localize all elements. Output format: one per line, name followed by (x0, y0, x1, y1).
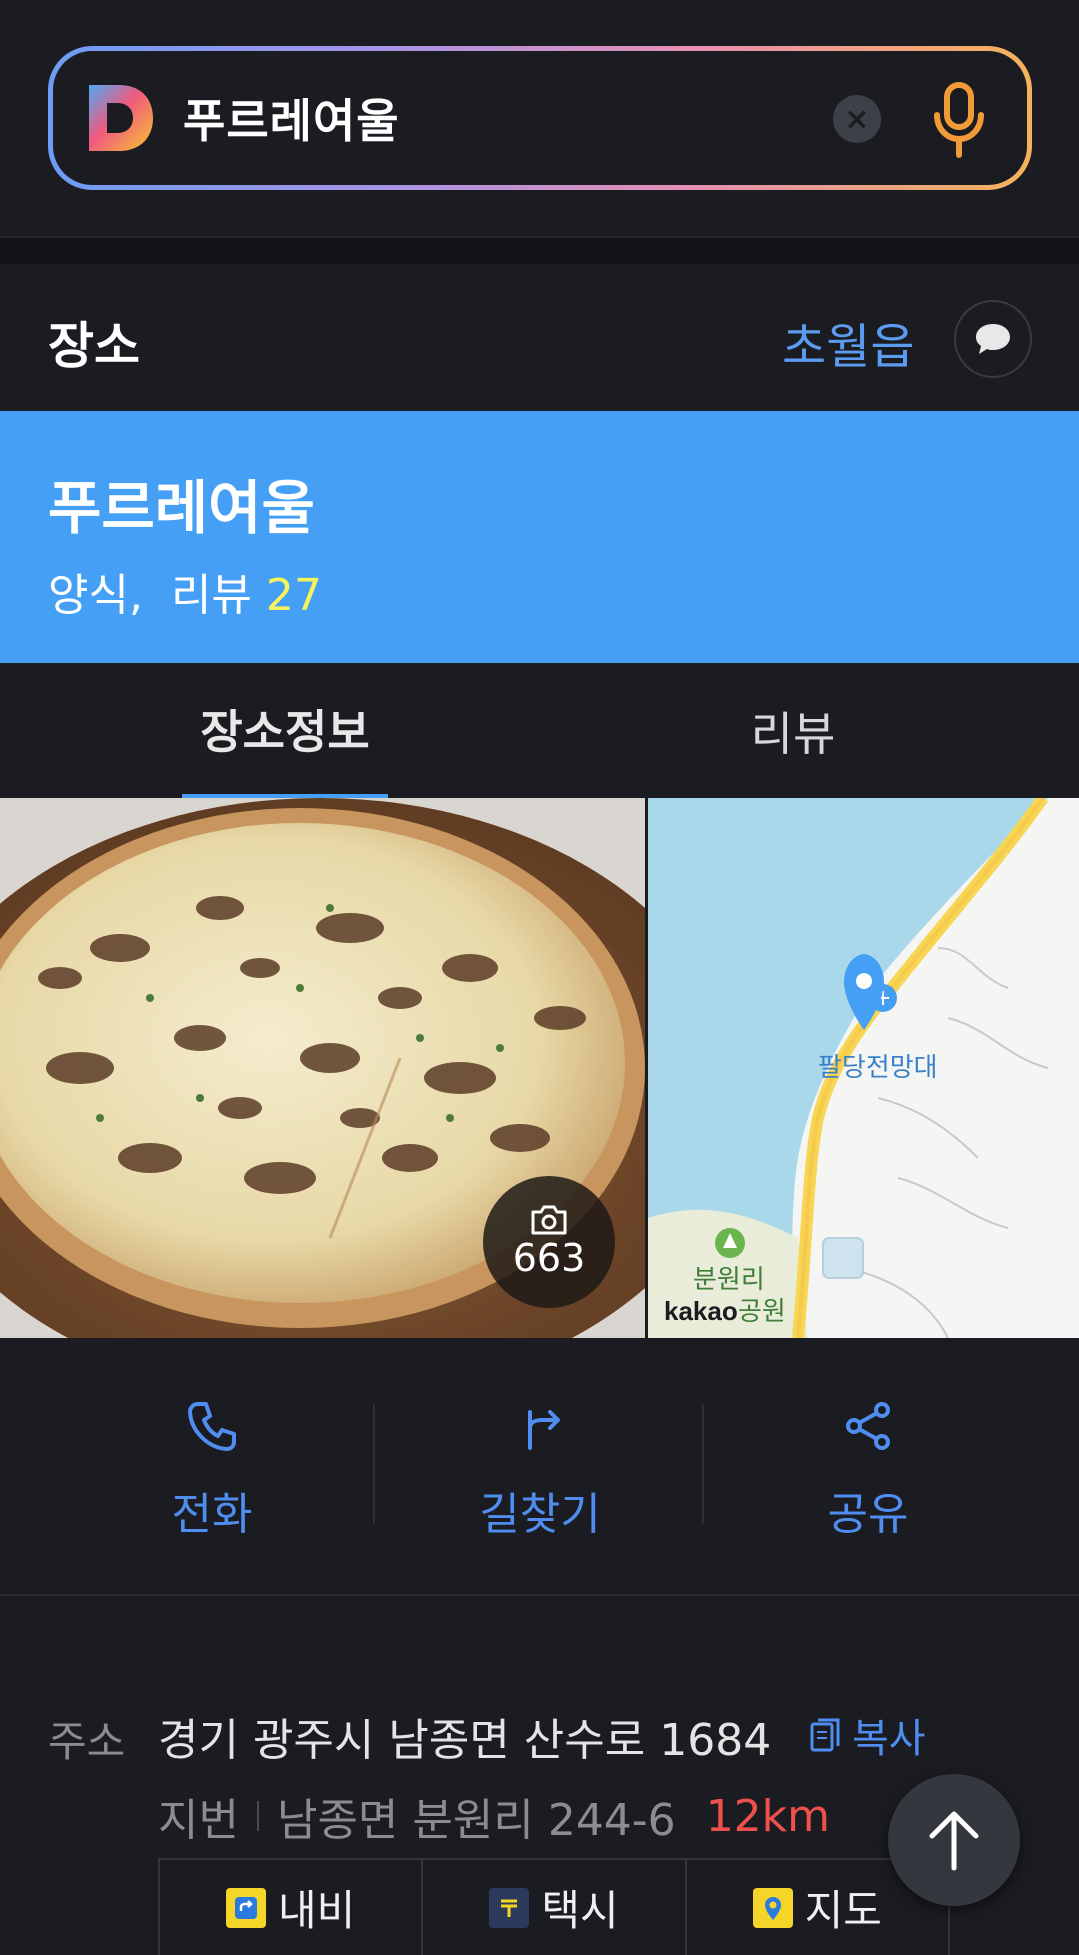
kakao-watermark: kakao (664, 1296, 738, 1326)
navi-icon (226, 1887, 267, 1928)
tab-reviews[interactable]: 리뷰 (690, 663, 896, 798)
map-pin-icon (752, 1887, 793, 1928)
call-label: 전화 (171, 1489, 253, 1540)
region-link[interactable]: 초월읍 (782, 307, 914, 377)
call-button[interactable]: 전화 (102, 1398, 322, 1542)
navi-label: 내비 (278, 1886, 356, 1935)
section-divider (0, 236, 1079, 264)
jibun-address: 지번 남종면 분원리 244-6 12km (158, 1784, 830, 1848)
review-label: 리뷰 (170, 570, 252, 621)
road-address: 경기 광주시 남종면 산수로 1684 (158, 1715, 772, 1766)
photo-count: 663 (512, 1236, 586, 1280)
clear-search-button[interactable]: × (833, 95, 881, 143)
action-divider (373, 1404, 375, 1524)
chat-button[interactable] (954, 300, 1032, 378)
copy-label: 복사 (852, 1716, 926, 1762)
place-meta: 양식, 리뷰 27 (48, 559, 322, 623)
speech-bubble-icon (976, 324, 1010, 354)
copy-address-button[interactable]: 복사 (808, 1706, 926, 1764)
directions-label: 길찾기 (479, 1489, 601, 1540)
map-park-label-2: 공원 (738, 1296, 786, 1326)
share-button[interactable]: 공유 (758, 1398, 978, 1542)
map-landmark-label: 팔당전망대 (818, 1052, 938, 1082)
map-label: 지도 (804, 1886, 882, 1935)
action-bar: 전화 길찾기 공유 (0, 1338, 1079, 1596)
search-input[interactable]: 푸르레여울 (183, 85, 400, 151)
jibun-separator (256, 1801, 259, 1831)
place-photo[interactable]: 663 (0, 798, 645, 1338)
distance-value: 12km (705, 1790, 831, 1842)
directions-button[interactable]: 길찾기 (430, 1398, 650, 1542)
share-label: 공유 (827, 1489, 909, 1540)
daum-logo-icon (89, 85, 153, 151)
copy-icon (810, 1718, 840, 1752)
map-graphic: 팔당전망대 분원리 공원 kakao (648, 798, 1079, 1338)
phone-icon (188, 1402, 236, 1451)
place-name: 푸르레여울 (48, 474, 315, 542)
tab-place-info[interactable]: 장소정보 (182, 663, 388, 798)
microphone-icon[interactable] (931, 81, 987, 159)
directions-icon (528, 1410, 560, 1450)
map-park-label: 분원리 (693, 1264, 765, 1294)
jibun-value: 남종면 분원리 244-6 (276, 1795, 676, 1846)
place-banner: 푸르레여울 양식, 리뷰 27 (0, 411, 1079, 663)
jibun-label: 지번 (158, 1795, 239, 1846)
navi-button[interactable]: 내비 (160, 1860, 424, 1955)
tab-bar: 장소정보 리뷰 (0, 663, 1079, 798)
action-divider (702, 1404, 704, 1524)
link-buttons: 내비 택시 지도 (158, 1858, 950, 1955)
search-bar[interactable]: 푸르레여울 × (48, 46, 1032, 190)
section-title: 장소 (48, 317, 140, 375)
place-category: 양식, (48, 570, 143, 621)
review-count[interactable]: 27 (266, 570, 322, 621)
photo-count-badge[interactable]: 663 (483, 1176, 615, 1308)
arrow-up-icon (929, 1811, 979, 1871)
scroll-to-top-button[interactable] (888, 1774, 1020, 1906)
camera-icon (531, 1205, 567, 1235)
taxi-label: 택시 (541, 1886, 619, 1935)
share-icon (846, 1402, 890, 1450)
taxi-icon (489, 1887, 530, 1928)
close-icon: × (844, 101, 870, 137)
location-map[interactable]: 팔당전망대 분원리 공원 kakao (648, 798, 1079, 1338)
taxi-button[interactable]: 택시 (423, 1860, 687, 1955)
address-label: 주소 (48, 1717, 126, 1766)
